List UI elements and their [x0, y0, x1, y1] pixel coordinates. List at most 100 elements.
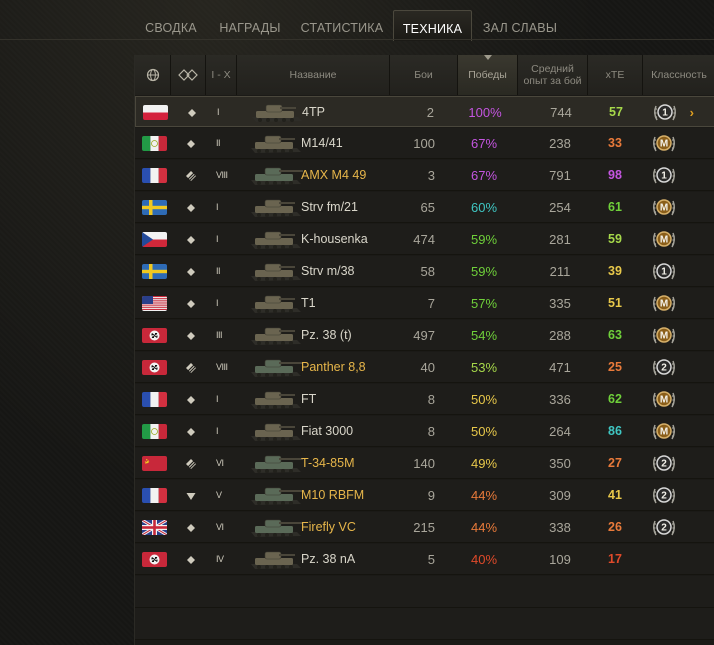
mastery-badge-icon: M	[650, 131, 678, 156]
win-rate: 49%	[470, 456, 498, 471]
vehicle-tier: I	[216, 298, 219, 308]
svg-text:1: 1	[661, 171, 667, 182]
mastery-badge-icon: M	[650, 323, 678, 348]
win-rate: 57%	[470, 296, 498, 311]
table-row[interactable]: I Strv fm/21 65 60% 254 61 M	[135, 192, 714, 223]
vehicle-name: AMX M4 49	[301, 168, 367, 182]
name-sort-header[interactable]: Название	[237, 55, 390, 95]
xte-rating: 17	[608, 552, 622, 566]
table-row[interactable]: V M10 RBFM 9 44% 309 41 2	[135, 480, 714, 511]
vehicle-tier: III	[216, 330, 223, 340]
battles-sort-header[interactable]: Бои	[390, 55, 458, 95]
tank-thumbnail	[245, 129, 307, 157]
xte-rating: 59	[608, 232, 622, 246]
table-row[interactable]: VIII AMX M4 49 3 67% 791 98 1	[135, 160, 714, 191]
table-row[interactable]: II M14/41 100 67% 238 33 M	[135, 128, 714, 159]
vehicle-type-light-icon	[185, 138, 197, 150]
avg-xp-sort-header[interactable]: Средний опыт за бой	[518, 55, 588, 95]
vehicle-tier: II	[216, 266, 221, 276]
svg-text:2: 2	[661, 459, 667, 470]
chevron-right-icon: ›	[689, 105, 694, 120]
battles-count: 497	[413, 328, 435, 343]
win-rate: 67%	[470, 168, 498, 183]
table-header: I - X Название Бои Победы Средний опыт з…	[135, 55, 714, 95]
table-row[interactable]: I K-housenka 474 59% 281 59 M	[135, 224, 714, 255]
nation-flag-germany	[142, 328, 167, 343]
battles-count: 8	[427, 424, 435, 439]
vehicle-tier: V	[216, 490, 222, 500]
nation-sort-header[interactable]	[135, 55, 171, 95]
tab-hall-of-fame[interactable]: ЗАЛ СЛАВЫ	[478, 10, 562, 40]
win-rate: 44%	[470, 520, 498, 535]
table-row[interactable]: I FT 8 50% 336 62 M	[135, 384, 714, 415]
table-row[interactable]: II Strv m/38 58 59% 211 39 1	[135, 256, 714, 287]
vehicle-name: M10 RBFM	[301, 488, 365, 502]
nation-flag-ussr	[142, 456, 167, 471]
xte-rating: 63	[608, 328, 622, 342]
mastery-badge-icon: 1	[650, 259, 678, 284]
average-xp: 309	[549, 488, 571, 503]
tab-statistics[interactable]: СТАТИСТИКА	[298, 10, 386, 40]
svg-text:2: 2	[661, 491, 667, 502]
tab-vehicles[interactable]: ТЕХНИКА	[393, 10, 472, 41]
vehicle-name: M14/41	[301, 136, 343, 150]
wins-sort-header[interactable]: Победы	[458, 55, 518, 95]
svg-text:1: 1	[661, 267, 667, 278]
xte-rating: 26	[608, 520, 622, 534]
tank-thumbnail	[246, 98, 308, 126]
vehicle-type-medium-icon	[185, 170, 197, 182]
mastery-badge-icon: M	[650, 419, 678, 444]
mastery-badge-icon: 1	[650, 163, 678, 188]
win-rate: 67%	[470, 136, 498, 151]
type-sort-header[interactable]	[171, 55, 206, 95]
win-rate: 59%	[470, 232, 498, 247]
svg-text:2: 2	[661, 363, 667, 374]
xte-rating: 27	[608, 456, 622, 470]
tank-thumbnail	[245, 385, 307, 413]
svg-text:M: M	[660, 203, 668, 214]
tank-thumbnail	[245, 257, 307, 285]
tank-thumbnail	[245, 353, 307, 381]
vehicle-type-light-icon	[185, 330, 197, 342]
table-row[interactable]: I Fiat 3000 8 50% 264 86 M	[135, 416, 714, 447]
average-xp: 264	[549, 424, 571, 439]
nation-flag-germany	[142, 552, 167, 567]
battles-count: 40	[420, 360, 435, 375]
vehicle-type-icon	[178, 69, 198, 81]
table-row[interactable]: IV Pz. 38 nA 5 40% 109 17	[135, 544, 714, 575]
vehicle-type-light-icon	[185, 554, 197, 566]
table-row[interactable]: III Pz. 38 (t) 497 54% 288 63 M	[135, 320, 714, 351]
mastery-sort-header[interactable]: Классность	[643, 55, 714, 95]
tank-thumbnail	[245, 289, 307, 317]
vehicle-type-light-icon	[185, 298, 197, 310]
vehicle-tier: VIII	[216, 362, 228, 372]
mastery-badge-icon: 2	[650, 515, 678, 540]
tab-summary[interactable]: СВОДКА	[138, 10, 204, 40]
win-rate: 53%	[470, 360, 498, 375]
xte-sort-header[interactable]: xTE	[588, 55, 643, 95]
battles-count: 5	[427, 552, 435, 567]
svg-text:1: 1	[662, 108, 668, 119]
table-row[interactable]: I 4TP 2 100% 744 57 1 ›	[135, 96, 714, 127]
vehicle-name: Strv m/38	[301, 264, 355, 278]
tier-sort-header[interactable]: I - X	[206, 55, 237, 95]
table-row[interactable]: VI T-34-85M 140 49% 350 27 2	[135, 448, 714, 479]
sort-descending-icon	[483, 55, 492, 60]
vehicle-type-light-icon	[185, 522, 197, 534]
vehicle-tier: I	[216, 394, 219, 404]
table-row[interactable]: I T1 7 57% 335 51 M	[135, 288, 714, 319]
tank-thumbnail	[245, 193, 307, 221]
table-row[interactable]: VI Firefly VC 215 44% 338 26 2	[135, 512, 714, 543]
vehicle-name: 4TP	[302, 105, 325, 119]
table-row[interactable]: VIII Panther 8,8 40 53% 471 25 2	[135, 352, 714, 383]
average-xp: 288	[549, 328, 571, 343]
vehicle-tier: VI	[216, 458, 224, 468]
battles-count: 100	[413, 136, 435, 151]
vehicle-name: T-34-85M	[301, 456, 355, 470]
vehicle-name: Fiat 3000	[301, 424, 354, 438]
tab-awards[interactable]: НАГРАДЫ	[212, 10, 288, 40]
nation-flag-sweden	[142, 264, 167, 279]
globe-icon	[146, 68, 159, 82]
win-rate: 44%	[470, 488, 498, 503]
average-xp: 281	[549, 232, 571, 247]
